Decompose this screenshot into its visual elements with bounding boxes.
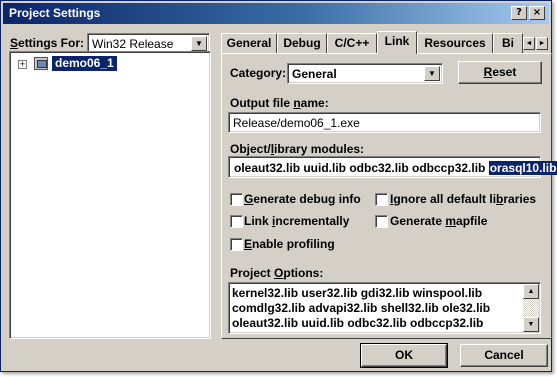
- project-options-line: oleaut32.lib uuid.lib odbc32.lib odbccp3…: [232, 316, 484, 330]
- project-options-textarea[interactable]: kernel32.lib user32.lib gdi32.lib winspo…: [228, 282, 541, 334]
- settings-for-label: Settings For:: [10, 36, 85, 50]
- output-file-label: Output file name:: [230, 96, 329, 110]
- settings-for-value: Win32 Release: [92, 37, 174, 51]
- tab-general[interactable]: General: [221, 33, 277, 53]
- tab-resources[interactable]: Resources: [417, 33, 493, 53]
- scroll-down-icon[interactable]: ▼: [523, 317, 539, 332]
- ok-button[interactable]: OK: [360, 343, 448, 368]
- link-incrementally-label: Link incrementally: [244, 214, 350, 228]
- tab-debug[interactable]: Debug: [277, 33, 327, 53]
- generate-mapfile-label: Generate mapfile: [390, 214, 488, 228]
- output-file-field[interactable]: Release/demo06_1.exe: [228, 112, 541, 133]
- help-button[interactable]: ?: [511, 6, 527, 20]
- chevron-down-icon[interactable]: ▼: [191, 36, 207, 51]
- tab-scroll-right-icon[interactable]: ►: [536, 37, 548, 50]
- generate-debug-info-checkbox[interactable]: [230, 193, 243, 206]
- tab-browse-info[interactable]: Bi: [493, 33, 523, 53]
- tree-item[interactable]: + demo06_1: [14, 56, 204, 72]
- tab-c-cpp[interactable]: C/C++: [327, 33, 377, 53]
- tab-strip: General Debug C/C++ Link Resources Bi ◄ …: [221, 31, 551, 54]
- tree-item-label: demo06_1: [52, 56, 117, 71]
- title-bar[interactable]: Project Settings ? ×: [3, 3, 549, 24]
- enable-profiling-label: Enable profiling: [244, 237, 335, 251]
- project-options-line: kernel32.lib user32.lib gdi32.lib winspo…: [232, 286, 483, 300]
- reset-button[interactable]: Reset: [458, 61, 542, 84]
- enable-profiling-checkbox[interactable]: [230, 238, 243, 251]
- ignore-default-libs-checkbox[interactable]: [375, 193, 388, 206]
- generate-debug-info-label: Generate debug info: [244, 192, 361, 206]
- output-file-value: Release/demo06_1.exe: [233, 116, 360, 130]
- project-options-text: kernel32.lib user32.lib gdi32.lib winspo…: [232, 286, 490, 331]
- category-combo[interactable]: General ▼: [287, 63, 443, 84]
- tab-scroll-left-icon[interactable]: ◄: [523, 37, 535, 50]
- modules-selected-text: orasql10.lib: [488, 161, 557, 175]
- modules-field[interactable]: oleaut32.lib uuid.lib odbc32.lib odbccp3…: [228, 156, 557, 178]
- project-tree[interactable]: + demo06_1: [9, 51, 211, 339]
- project-settings-dialog: Project Settings ? × Settings For: Win32…: [0, 0, 557, 372]
- project-options-line: comdlg32.lib advapi32.lib shell32.lib ol…: [232, 301, 491, 315]
- modules-text: oleaut32.lib uuid.lib odbc32.lib odbccp3…: [234, 161, 557, 175]
- ignore-default-libs-label: Ignore all default libraries: [390, 192, 537, 206]
- generate-mapfile-checkbox[interactable]: [375, 215, 388, 228]
- expand-icon[interactable]: +: [18, 60, 27, 69]
- window-title: Project Settings: [9, 6, 101, 20]
- chevron-down-icon[interactable]: ▼: [424, 66, 440, 81]
- category-label: Category:: [230, 66, 287, 80]
- project-icon: [34, 57, 48, 70]
- tab-link[interactable]: Link: [377, 31, 417, 54]
- project-options-scrollbar[interactable]: ▲ ▼: [523, 284, 539, 332]
- close-button[interactable]: ×: [529, 6, 545, 20]
- cancel-button[interactable]: Cancel: [460, 344, 548, 367]
- project-options-label: Project Options:: [230, 266, 324, 280]
- modules-label: Object/library modules:: [230, 142, 365, 156]
- modules-value: oleaut32.lib uuid.lib odbc32.lib odbccp3…: [234, 161, 486, 175]
- scroll-up-icon[interactable]: ▲: [523, 284, 539, 299]
- link-incrementally-checkbox[interactable]: [230, 215, 243, 228]
- category-value: General: [292, 67, 337, 81]
